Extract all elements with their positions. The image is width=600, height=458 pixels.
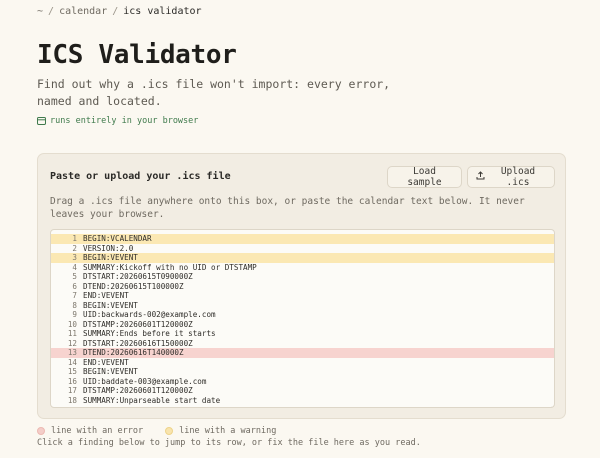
error-dot-icon	[37, 427, 45, 435]
page-subtitle: Find out why a .ics file won't import: e…	[37, 77, 391, 108]
line-text: END:VEVENT	[83, 291, 129, 300]
line-number: 18	[67, 395, 77, 405]
hint-text: Click a finding below to jump to its row…	[37, 438, 421, 448]
editor-line[interactable]: 15 BEGIN:VEVENT	[51, 367, 554, 377]
line-text: UID:backwards-002@example.com	[83, 310, 216, 319]
editor-line[interactable]: 7 END:VEVENT	[51, 291, 554, 301]
editor-line-warning[interactable]: 3 BEGIN:VEVENT	[51, 253, 554, 263]
warning-dot-icon	[165, 427, 174, 435]
line-text: SUMMARY:Kickoff with no UID or DTSTAMP	[83, 262, 257, 272]
editor-line[interactable]: 17 DTSTAMP:20260601T120000Z	[51, 386, 554, 396]
line-number: 16	[67, 376, 77, 386]
line-number: 9	[72, 310, 77, 319]
line-number: 10	[67, 319, 77, 329]
line-text: DTEND:20260616T140000Z	[83, 348, 184, 357]
legend-error-label: line with an error	[51, 426, 144, 436]
line-text: BEGIN:VCALENDAR	[83, 234, 152, 243]
line-text: DTSTAMP:20260601T120000Z	[83, 386, 193, 395]
line-number: 8	[72, 300, 77, 310]
line-text: DTSTART:20260616T150000Z	[83, 338, 193, 348]
editor-line[interactable]: 2 VERSION:2.0	[51, 244, 554, 254]
upload-label: Upload .ics	[500, 166, 536, 188]
line-text: UID:baddate-003@example.com	[83, 376, 207, 386]
editor-line[interactable]: 12 DTSTART:20260616T150000Z	[51, 339, 554, 349]
editor-line[interactable]: 6 DTEND:20260615T100000Z	[51, 282, 554, 292]
line-number: 2	[72, 243, 77, 253]
browser-window-icon	[37, 117, 46, 125]
editor-line-warning[interactable]: 1 BEGIN:VCALENDAR	[51, 234, 554, 244]
legend-warning-label: line with a warning	[179, 426, 277, 436]
editor-lines: 1 BEGIN:VCALENDAR 2 VERSION:2.0 3 BEGIN:VEVEN…	[51, 234, 554, 405]
line-text: BEGIN:VEVENT	[83, 300, 138, 310]
editor-line[interactable]: 5 DTSTART:20260615T090000Z	[51, 272, 554, 282]
editor-line[interactable]: 14 END:VEVENT	[51, 358, 554, 368]
breadcrumb-home[interactable]: ~	[37, 6, 43, 17]
line-number: 17	[67, 386, 77, 395]
line-text: BEGIN:VEVENT	[83, 367, 138, 376]
editor-line[interactable]: 4 SUMMARY:Kickoff with no UID or DTSTAMP	[51, 263, 554, 273]
line-text: SUMMARY:Ends before it starts	[83, 329, 216, 338]
line-text: END:VEVENT	[83, 357, 129, 367]
line-text: DTSTAMP:20260601T120000Z	[83, 319, 193, 329]
panel-description: Drag a .ics file anywhere onto this box,…	[50, 196, 525, 220]
editor-line[interactable]: 11 SUMMARY:Ends before it starts	[51, 329, 554, 339]
ics-text-editor[interactable]: 1 BEGIN:VCALENDAR 2 VERSION:2.0 3 BEGIN:VEVEN…	[50, 229, 555, 408]
line-number: 5	[72, 272, 77, 281]
editor-line[interactable]: 16 UID:baddate-003@example.com	[51, 377, 554, 387]
editor-line[interactable]: 8 BEGIN:VEVENT	[51, 301, 554, 311]
legend: line with an error line with a warning	[37, 426, 276, 436]
line-text: VERSION:2.0	[83, 243, 134, 253]
line-number: 4	[72, 262, 77, 272]
line-number: 7	[72, 291, 77, 300]
upload-icon	[476, 171, 485, 183]
load-sample-label: Load sample	[407, 166, 442, 188]
line-number: 12	[67, 338, 77, 348]
line-number: 15	[67, 367, 77, 376]
breadcrumb-current: ics validator	[123, 6, 202, 17]
browser-note: runs entirely in your browser	[37, 116, 198, 126]
breadcrumb-calendar[interactable]: calendar	[59, 6, 107, 17]
editor-line[interactable]: 10 DTSTAMP:20260601T120000Z	[51, 320, 554, 330]
upload-panel[interactable]: Paste or upload your .ics file Load samp…	[37, 153, 566, 419]
breadcrumb-separator: /	[48, 6, 55, 17]
breadcrumb: ~ / calendar / ics validator	[37, 6, 202, 17]
load-sample-button[interactable]: Load sample	[387, 166, 462, 188]
breadcrumb-separator: /	[112, 6, 119, 17]
upload-ics-button[interactable]: Upload .ics	[467, 166, 555, 188]
panel-title: Paste or upload your .ics file	[50, 171, 231, 182]
line-number: 14	[67, 357, 77, 367]
line-text: DTSTART:20260615T090000Z	[83, 272, 193, 281]
browser-note-text: runs entirely in your browser	[50, 116, 199, 126]
line-text: SUMMARY:Unparseable start date	[83, 395, 221, 405]
editor-line[interactable]: 18 SUMMARY:Unparseable start date	[51, 396, 554, 406]
resize-grip-icon[interactable]	[545, 398, 552, 407]
line-number: 3	[72, 253, 77, 262]
line-text: BEGIN:VEVENT	[83, 253, 138, 262]
editor-line[interactable]: 9 UID:backwards-002@example.com	[51, 310, 554, 320]
editor-line-error[interactable]: 13 DTEND:20260616T140000Z	[51, 348, 554, 358]
page-title: ICS Validator	[37, 40, 237, 70]
line-number: 11	[67, 329, 77, 338]
line-text: DTEND:20260615T100000Z	[83, 281, 184, 291]
line-number: 13	[67, 348, 77, 357]
line-number: 1	[72, 234, 77, 243]
line-number: 6	[72, 281, 77, 291]
